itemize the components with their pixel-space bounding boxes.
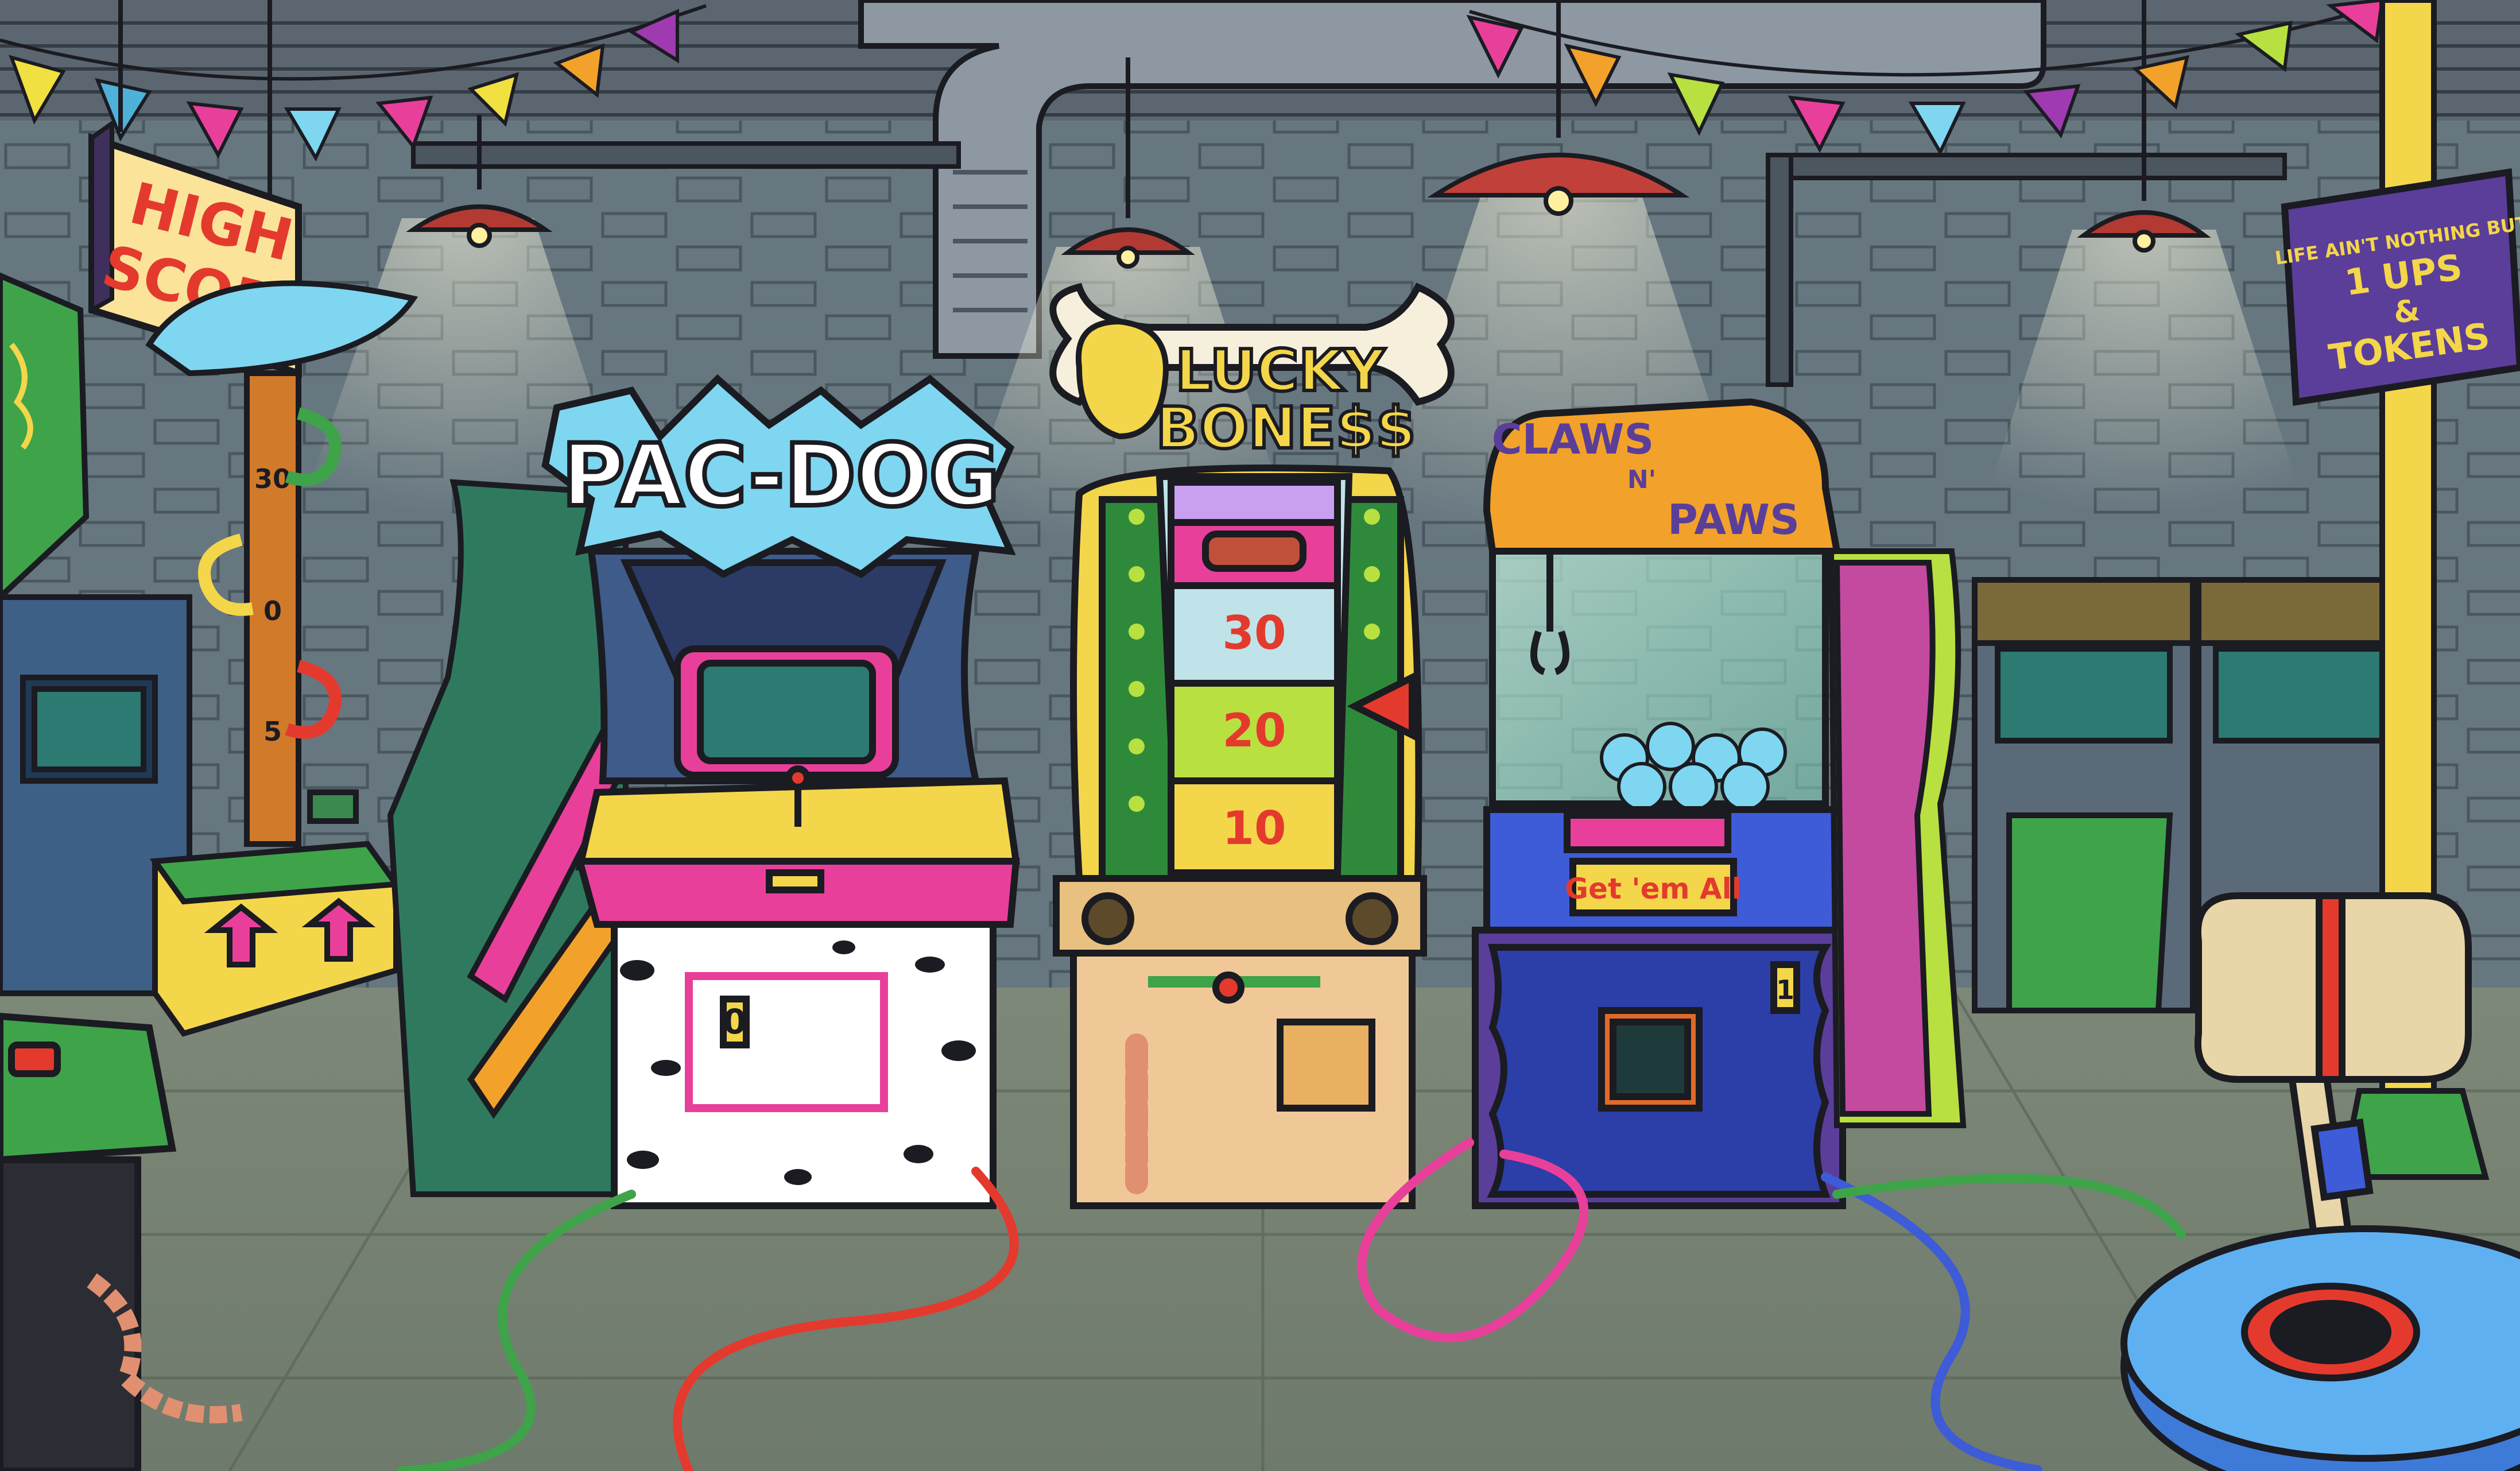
wheel-value-30: 30 [1222, 606, 1286, 660]
claws-coin-label: 1 [1776, 974, 1794, 1005]
pac-dog-coin-label: 0 [723, 1002, 747, 1042]
tokens-wall-sign: LIFE AIN'T NOTHING BUT 1 UPS & TOKENS [2274, 168, 2520, 406]
tester-mark-5: 5 [263, 716, 282, 747]
tester-mark-0: 0 [263, 595, 282, 626]
claws-panel-label: Get 'em All [1565, 872, 1742, 905]
foreground-game-table [2120, 1225, 2520, 1471]
arcade-scene: HIGH SCORE 30 0 5 PAC-DOG 0 LUCKY BONE$$… [0, 0, 2520, 1471]
lucky-bones-line2: BONE$$ [1156, 394, 1416, 462]
wheel-value-20: 20 [1222, 704, 1286, 757]
claws-word: CLAWS [1492, 415, 1654, 463]
pac-dog-title: PAC-DOG [561, 426, 999, 526]
pac-dog-cabinet [575, 548, 1020, 1209]
tester-mark-30: 30 [254, 463, 291, 494]
claws-n-paws-marquee: CLAWS N' PAWS [1483, 398, 1841, 555]
paws-word: PAWS [1668, 496, 1800, 544]
claws-n-word: N' [1627, 465, 1656, 494]
wheel-value-10: 10 [1222, 802, 1286, 855]
